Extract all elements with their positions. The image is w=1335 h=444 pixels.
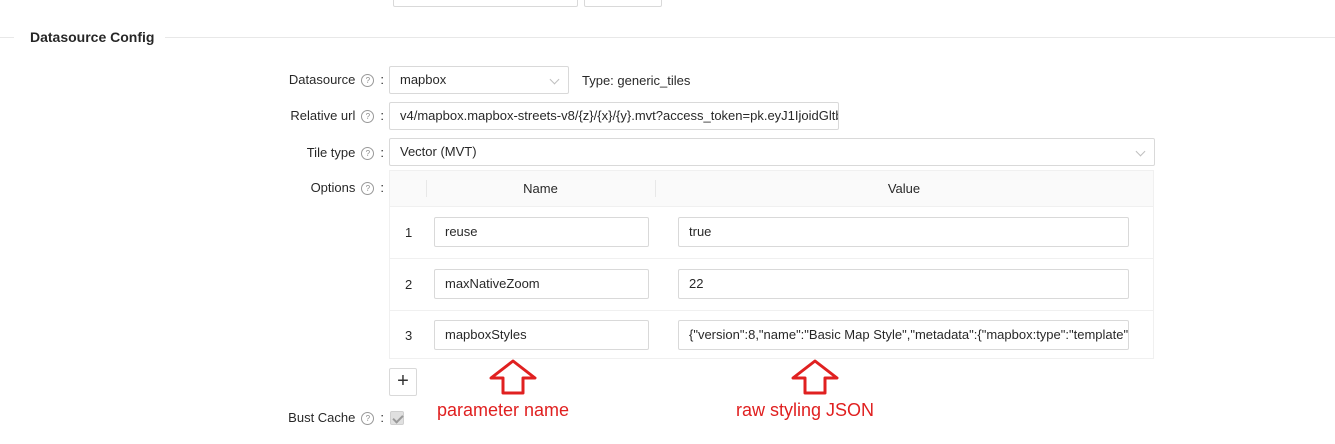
option-name-input[interactable]: mapboxStyles — [434, 320, 649, 350]
chevron-down-icon — [1135, 146, 1146, 157]
tile-type-label-text: Tile type — [306, 145, 356, 160]
up-arrow-icon — [489, 359, 537, 395]
table-row: 2 maxNativeZoom 22 — [390, 259, 1153, 311]
help-icon[interactable]: ? — [361, 146, 375, 160]
help-icon[interactable]: ? — [361, 181, 375, 195]
up-arrow-icon — [791, 359, 839, 395]
option-name-value: reuse — [445, 224, 478, 239]
label-colon: : — [380, 410, 384, 425]
row-index: 3 — [405, 328, 413, 343]
annotation-parameter-name: parameter name — [437, 400, 570, 420]
bust-cache-label-text: Bust Cache — [288, 410, 356, 425]
bust-cache-checkbox[interactable] — [390, 411, 404, 425]
option-name-value: maxNativeZoom — [445, 276, 540, 291]
partial-button-top[interactable] — [584, 0, 662, 7]
label-colon: : — [380, 180, 384, 195]
section-title: Datasource Config — [30, 29, 155, 45]
datasource-select-value: mapbox — [400, 72, 447, 87]
option-name-input[interactable]: maxNativeZoom — [434, 269, 649, 299]
table-row: 3 mapboxStyles {"version":8,"name":"Basi… — [390, 310, 1153, 361]
option-value-value: true — [689, 224, 712, 239]
help-icon[interactable]: ? — [361, 109, 375, 123]
bust-cache-label: Bust Cache ? : — [288, 408, 384, 428]
label-colon: : — [380, 145, 384, 160]
options-table: Name Value 1 reuse true 2 maxNativeZoom … — [389, 170, 1154, 359]
option-value-value: 22 — [689, 276, 704, 291]
options-label: Options ? : — [311, 178, 384, 198]
datasource-label: Datasource ? : — [289, 70, 384, 90]
relative-url-input[interactable]: v4/mapbox.mapbox-streets-v8/{z}/{x}/{y}.… — [389, 102, 839, 130]
option-value-input[interactable]: 22 — [678, 269, 1129, 299]
chevron-down-icon — [549, 74, 560, 85]
option-name-value: mapboxStyles — [445, 327, 527, 342]
tile-type-select[interactable]: Vector (MVT) — [389, 138, 1155, 166]
option-name-input[interactable]: reuse — [434, 217, 649, 247]
options-table-header: Name Value — [390, 171, 1153, 207]
section-divider-left — [0, 37, 14, 38]
row-index: 2 — [405, 277, 413, 292]
options-label-text: Options — [310, 180, 356, 195]
relative-url-label-text: Relative url — [290, 108, 356, 123]
datasource-label-text: Datasource — [288, 72, 356, 87]
table-row: 1 reuse true — [390, 207, 1153, 259]
datasource-select[interactable]: mapbox — [389, 66, 569, 94]
tile-type-value: Vector (MVT) — [400, 144, 477, 159]
row-index: 1 — [405, 225, 413, 240]
help-icon[interactable]: ? — [361, 73, 375, 87]
relative-url-value: v4/mapbox.mapbox-streets-v8/{z}/{x}/{y}.… — [400, 108, 839, 123]
annotation-raw-json: raw styling JSON — [736, 400, 875, 420]
label-colon: : — [380, 108, 384, 123]
help-icon[interactable]: ? — [361, 411, 375, 425]
add-option-button[interactable]: + — [389, 368, 417, 396]
section-divider-right — [165, 37, 1335, 38]
option-value-input[interactable]: {"version":8,"name":"Basic Map Style","m… — [678, 320, 1129, 350]
label-colon: : — [380, 72, 384, 87]
partial-input-top[interactable] — [393, 0, 578, 7]
column-header-name: Name — [523, 181, 558, 196]
option-value-value: {"version":8,"name":"Basic Map Style","m… — [689, 327, 1129, 342]
datasource-type-text: Type: generic_tiles — [582, 73, 691, 88]
relative-url-label: Relative url ? : — [290, 106, 384, 126]
option-value-input[interactable]: true — [678, 217, 1129, 247]
column-header-value: Value — [887, 181, 921, 196]
tile-type-label: Tile type ? : — [307, 143, 384, 163]
